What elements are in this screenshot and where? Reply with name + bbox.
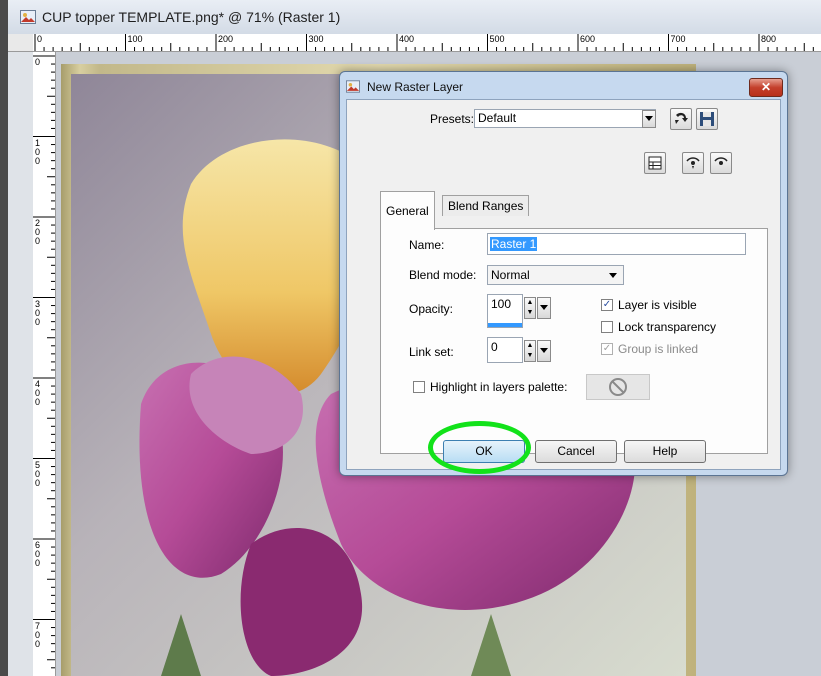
name-label: Name: [409, 238, 445, 252]
tab-general[interactable]: General [380, 191, 435, 230]
horizontal-ruler-ticks [34, 34, 814, 51]
ruler-top-label: 600 [580, 34, 596, 44]
link-set-value: 0 [491, 340, 498, 354]
highlight-checkbox[interactable] [413, 381, 425, 393]
link-set-label: Link set: [409, 345, 454, 359]
ruler-top-label: 200 [218, 34, 234, 44]
link-set-input[interactable]: 0 [487, 337, 523, 363]
ruler-left-label: 7 0 0 [35, 620, 41, 649]
ruler-corner [8, 34, 34, 52]
opacity-input[interactable]: 100 [487, 294, 523, 328]
opacity-spinner[interactable]: ▲ ▼ [524, 297, 536, 319]
vertical-ruler: 0 1 0 0 2 0 0 3 0 0 4 0 0 5 0 0 6 0 0 7 0 0 [33, 52, 56, 676]
blend-mode-label: Blend mode: [409, 268, 477, 282]
opacity-label: Opacity: [409, 302, 454, 316]
chevron-down-icon [540, 305, 548, 310]
eye-arrow-icon [686, 157, 700, 169]
blend-mode-value: Normal [491, 268, 530, 282]
ruler-top-label: 700 [670, 34, 686, 44]
group-linked-label: Group is linked [618, 342, 699, 356]
help-button[interactable]: Help [624, 440, 706, 463]
ruler-top-label: 500 [489, 34, 505, 44]
blend-mode-dropdown[interactable]: Normal [487, 265, 624, 285]
opacity-dropdown[interactable] [537, 297, 551, 319]
ruler-left-label: 1 0 0 [35, 137, 41, 166]
highlight-color-swatch[interactable] [586, 374, 650, 400]
layout-toggle-button[interactable] [644, 152, 666, 174]
document-image-icon [20, 10, 36, 24]
layer-visible-checkbox[interactable]: ✓ [601, 299, 613, 311]
eye-lock-icon [714, 157, 728, 165]
group-linked-checkbox[interactable]: ✓ [601, 343, 613, 355]
grid-layout-icon [648, 156, 662, 170]
link-set-spinner[interactable]: ▲ ▼ [524, 340, 536, 362]
reset-arrow-icon [675, 112, 688, 124]
ruler-top-label: 400 [399, 34, 415, 44]
auto-proof-button[interactable] [710, 152, 732, 174]
floppy-disk-icon [700, 112, 714, 126]
dialog-body: Presets: Default General Blend Ranges Na… [346, 99, 781, 470]
ruler-left-label: 2 0 0 [35, 218, 41, 246]
presets-dropdown[interactable]: Default [474, 109, 656, 128]
general-tab-panel [380, 228, 768, 454]
lock-transparency-checkbox[interactable] [601, 321, 613, 333]
dialog-title: New Raster Layer [367, 80, 464, 94]
ruler-left-label: 0 [35, 57, 41, 67]
new-raster-layer-dialog: New Raster Layer ✕ Presets: Default Gene… [339, 71, 788, 476]
close-icon: ✕ [760, 80, 772, 94]
left-ruler-background [8, 52, 33, 676]
proof-button[interactable] [682, 152, 704, 174]
document-title: CUP topper TEMPLATE.png* @ 71% (Raster 1… [42, 9, 341, 25]
ruler-top-label: 300 [308, 34, 324, 44]
tab-blend-ranges[interactable]: Blend Ranges [442, 195, 530, 216]
ruler-left-label: 6 0 0 [35, 540, 41, 568]
cancel-button[interactable]: Cancel [535, 440, 617, 463]
ruler-left-label: 4 0 0 [35, 379, 41, 407]
ruler-left-label: 5 0 0 [35, 459, 41, 488]
ruler-top-label: 800 [761, 34, 777, 44]
presets-value: Default [478, 111, 517, 125]
chevron-down-icon [540, 348, 548, 353]
dialog-image-icon [346, 80, 360, 93]
opacity-value: 100 [491, 297, 512, 311]
save-preset-button[interactable] [696, 108, 718, 130]
link-set-dropdown[interactable] [537, 340, 551, 362]
horizontal-ruler: 0100200300400500600700800900 [33, 34, 821, 52]
close-button[interactable]: ✕ [749, 78, 783, 97]
name-value: Raster 1 [490, 237, 538, 251]
left-panel-edge [0, 0, 8, 676]
ruler-top-label: 100 [127, 34, 143, 44]
no-color-icon [609, 378, 627, 396]
ruler-left-label: 3 0 0 [35, 298, 41, 327]
presets-dropdown-arrow[interactable] [642, 110, 656, 128]
reset-preset-button[interactable] [670, 108, 692, 130]
lock-transparency-label: Lock transparency [618, 320, 717, 334]
presets-label: Presets: [430, 112, 475, 126]
ruler-top-label: 0 [37, 34, 43, 44]
chevron-down-icon [645, 116, 653, 121]
opacity-fill-bar [488, 323, 522, 327]
name-input[interactable]: Raster 1 [487, 233, 746, 255]
highlight-label: Highlight in layers palette: [430, 380, 568, 394]
chevron-down-icon [609, 273, 617, 278]
layer-visible-label: Layer is visible [618, 298, 697, 312]
ok-highlight-ring [428, 421, 531, 474]
